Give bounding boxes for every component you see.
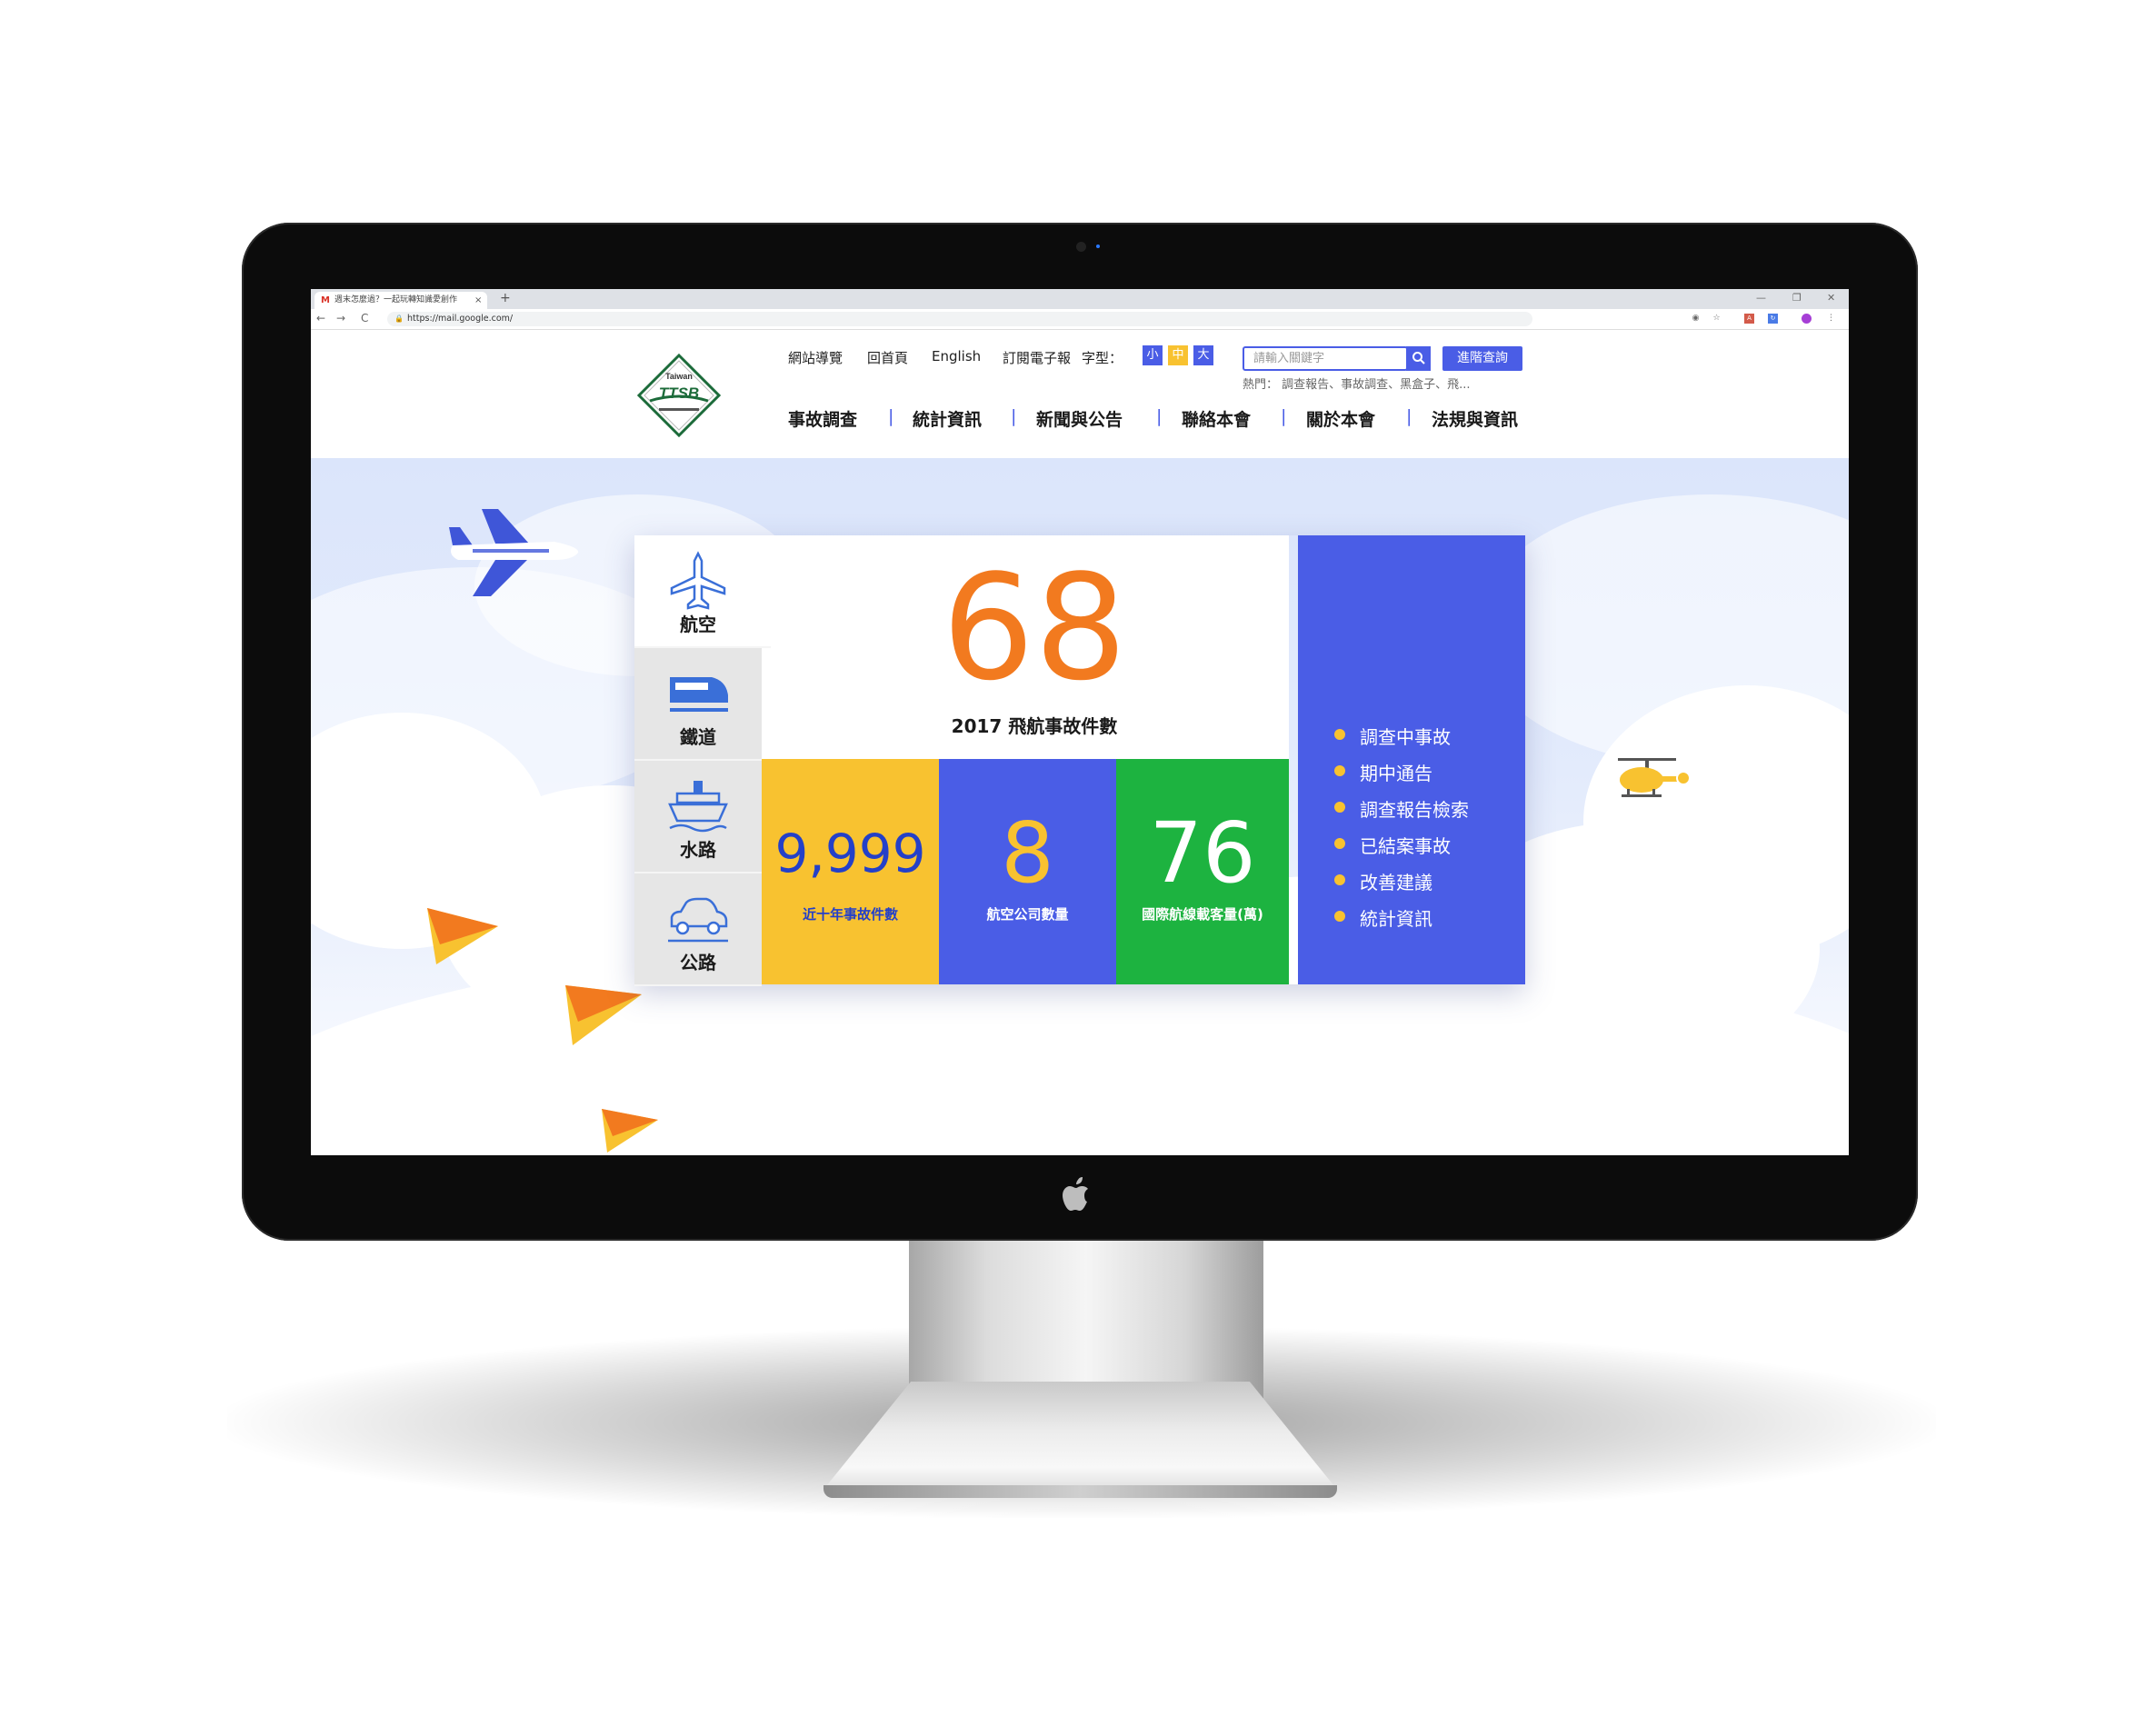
- bullet-icon: [1334, 802, 1345, 813]
- stats-panel: 航空 鐵道 水路 公路 68 2017 飛航事故件數 9,999 近十年事故件數…: [634, 535, 1525, 986]
- lock-icon: 🔒: [394, 314, 404, 323]
- nav-item-about[interactable]: 關於本會: [1306, 406, 1375, 431]
- nav-item-regulations[interactable]: 法規與資訊: [1432, 406, 1518, 431]
- stat-label: 近十年事故件數: [802, 906, 898, 923]
- search-placeholder: 請輸入關鍵字: [1253, 352, 1325, 365]
- advanced-search-button[interactable]: 進階查詢: [1442, 346, 1522, 371]
- stat-value: 8: [1001, 804, 1054, 902]
- tab-waterway[interactable]: 水路: [634, 761, 762, 873]
- tab-highway[interactable]: 公路: [634, 873, 762, 986]
- newsletter-link[interactable]: 訂閱電子報: [1003, 348, 1071, 367]
- headline-label: 2017 飛航事故件數: [951, 715, 1118, 737]
- logo-text: Taiwan: [665, 372, 693, 381]
- logo-mark: TTSB: [658, 384, 700, 402]
- nav-item-contact[interactable]: 聯絡本會: [1182, 406, 1251, 431]
- bullet-icon: [1334, 729, 1345, 740]
- site-header: Taiwan TTSB 網站導覽 回首頁 English 訂閱電子報 字型： 小…: [311, 330, 1849, 458]
- star-icon[interactable]: ☆: [1712, 314, 1722, 324]
- address-bar[interactable]: 🔒 https://mail.google.com/: [387, 312, 1532, 326]
- nav-separator: |: [1281, 406, 1287, 426]
- camera-led: [1096, 245, 1100, 248]
- font-size-small-button[interactable]: 小: [1143, 345, 1163, 365]
- search-button[interactable]: [1406, 346, 1431, 371]
- font-size-large-button[interactable]: 大: [1193, 345, 1213, 365]
- gmail-icon: M: [321, 295, 330, 305]
- transport-tabs: 航空 鐵道 水路 公路: [634, 535, 771, 986]
- tab-railway[interactable]: 鐵道: [634, 648, 762, 761]
- forward-button[interactable]: →: [336, 312, 345, 324]
- stat-tile-airlines[interactable]: 8 航空公司數量: [939, 759, 1116, 984]
- reload-button[interactable]: C: [361, 312, 368, 324]
- browser-tab[interactable]: M 週末怎麼過？一起玩轉知識愛創作 ×: [314, 292, 487, 309]
- nav-separator: |: [1011, 406, 1017, 426]
- search-input[interactable]: 請輸入關鍵字: [1243, 346, 1408, 371]
- english-link[interactable]: English: [932, 348, 981, 364]
- url-text: https://mail.google.com/: [407, 314, 514, 324]
- home-link[interactable]: 回首頁: [867, 348, 908, 367]
- sitemap-link[interactable]: 網站導覽: [788, 348, 843, 367]
- close-icon[interactable]: ×: [474, 292, 482, 309]
- browser-tabstrip: M 週末怎麼過？一起玩轉知識愛創作 × + — ❐ ✕: [311, 289, 1849, 309]
- link-label: 調查報告檢索: [1360, 799, 1469, 821]
- search-icon: [1412, 352, 1425, 364]
- bullet-icon: [1334, 765, 1345, 776]
- eye-icon[interactable]: ◉: [1691, 314, 1701, 324]
- extension-icon[interactable]: A: [1744, 314, 1754, 324]
- stat-label: 國際航線載客量(萬): [1142, 906, 1263, 923]
- helicopter-icon: [1618, 758, 1691, 797]
- nav-separator: |: [888, 406, 894, 426]
- ship-icon: [668, 781, 728, 833]
- kite-icon: [427, 908, 498, 964]
- link-label: 改善建議: [1360, 872, 1432, 893]
- tab-title: 週末怎麼過？一起玩轉知識愛創作: [334, 295, 458, 304]
- nav-item-accident-investigation[interactable]: 事故調查: [788, 406, 857, 431]
- kite-icon: [602, 1109, 658, 1153]
- nav-item-statistics[interactable]: 統計資訊: [913, 406, 982, 431]
- tab-label: 公路: [680, 952, 716, 973]
- back-button[interactable]: ←: [316, 312, 325, 324]
- bullet-icon: [1334, 874, 1345, 885]
- minimize-button[interactable]: —: [1756, 292, 1766, 304]
- tab-aviation[interactable]: 航空: [634, 535, 771, 648]
- airplane-icon: [449, 509, 579, 596]
- font-size-label: 字型：: [1082, 350, 1123, 366]
- stat-label: 航空公司數量: [986, 906, 1069, 923]
- link-label: 已結案事故: [1360, 835, 1451, 857]
- quick-links: 調查中事故 期中通告 調查報告檢索 已結案事故 改善建議 統計資訊: [1298, 535, 1525, 984]
- tab-label: 航空: [680, 614, 716, 635]
- link-label: 期中通告: [1360, 763, 1432, 784]
- extension-icon[interactable]: ↻: [1768, 314, 1778, 324]
- apple-logo-icon: [1060, 1175, 1096, 1213]
- tab-label: 鐵道: [680, 726, 716, 748]
- link-label: 調查中事故: [1360, 726, 1451, 748]
- kite-icon: [565, 985, 642, 1045]
- stat-tile-passengers[interactable]: 76 國際航線載客量(萬): [1116, 759, 1289, 984]
- new-tab-button[interactable]: +: [500, 291, 511, 305]
- stat-value: 76: [1149, 804, 1256, 902]
- bullet-icon: [1334, 911, 1345, 922]
- tab-label: 水路: [680, 839, 716, 861]
- nav-separator: |: [1156, 406, 1163, 426]
- hot-searches[interactable]: 熱門： 調查報告、事故調查、黑盒子、飛...: [1243, 374, 1471, 392]
- browser-toolbar: ← → C 🔒 https://mail.google.com/ ◉ ☆ A ↻…: [311, 309, 1849, 330]
- stat-value: 9,999: [774, 823, 926, 884]
- menu-icon[interactable]: ⋮: [1826, 314, 1836, 324]
- car-icon: [668, 897, 728, 943]
- restore-button[interactable]: ❐: [1792, 292, 1802, 304]
- monitor-stand-base: [823, 1485, 1337, 1498]
- train-icon: [670, 677, 728, 712]
- font-size-medium-button[interactable]: 中: [1168, 345, 1188, 365]
- headline-value: 68: [942, 543, 1127, 713]
- close-window-button[interactable]: ✕: [1827, 292, 1835, 304]
- profile-avatar[interactable]: [1802, 314, 1812, 324]
- hero-section: 航空 鐵道 水路 公路 68 2017 飛航事故件數 9,999 近十年事故件數…: [311, 458, 1849, 1155]
- camera-icon: [1076, 242, 1086, 252]
- nav-item-news[interactable]: 新聞與公告: [1036, 406, 1123, 431]
- bullet-icon: [1334, 838, 1345, 849]
- airplane-icon: [670, 551, 726, 610]
- nav-separator: |: [1406, 406, 1412, 426]
- screen: M 週末怎麼過？一起玩轉知識愛創作 × + — ❐ ✕ ← → C 🔒 http…: [311, 289, 1849, 1155]
- stat-tile-decade-accidents[interactable]: 9,999 近十年事故件數: [762, 759, 939, 984]
- link-label: 統計資訊: [1360, 908, 1432, 930]
